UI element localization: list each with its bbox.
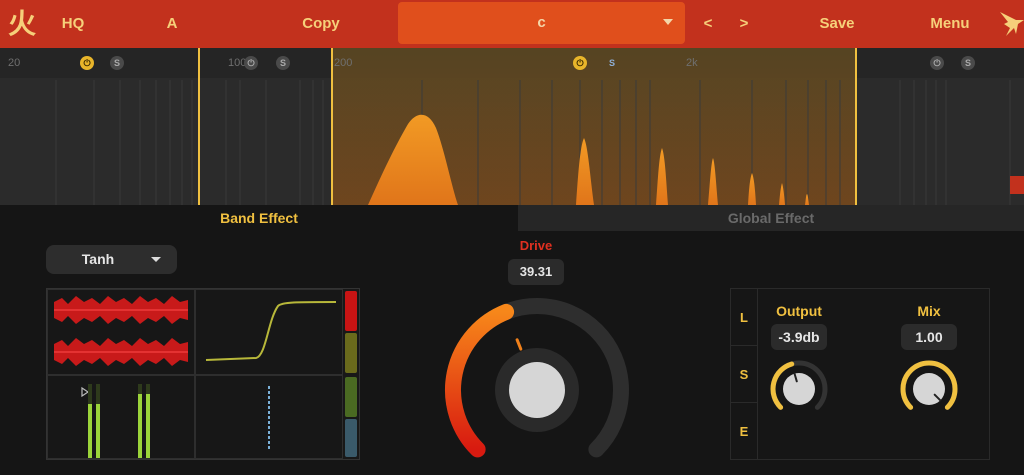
fire-logo-icon[interactable]: 火 [6, 8, 38, 40]
band1-solo-button[interactable]: S [110, 56, 124, 70]
drive-label: Drive [519, 238, 553, 253]
mix-knob[interactable] [897, 357, 961, 421]
lse-stereo-button[interactable]: S [731, 346, 758, 403]
waveform-display [47, 289, 195, 375]
spectrum-graph [0, 48, 1024, 205]
band-color-strip-4[interactable] [345, 419, 357, 457]
brand-phoenix-icon [1000, 12, 1024, 36]
band-color-strip-1[interactable] [345, 291, 357, 331]
freq-label-20: 20 [8, 57, 21, 69]
mix-value[interactable]: 1.00 [901, 324, 957, 350]
mix-label: Mix [917, 303, 941, 319]
next-preset-button[interactable]: > [734, 0, 754, 48]
top-toolbar: 火 HQ A Copy c < > Save Menu [0, 0, 1024, 48]
stereo-scope-display [195, 375, 343, 459]
tab-band-effect[interactable]: Band Effect [0, 205, 518, 231]
band-color-strip-2[interactable] [345, 333, 357, 373]
distortion-type-dropdown[interactable]: Tanh [46, 245, 177, 274]
band1-power-icon[interactable]: ⏻ [80, 56, 94, 70]
spectrum-analyzer[interactable]: 20 100 200 2k 10 ⏻ S ⏻ S ⏻ S ⏻ S [0, 48, 1024, 205]
save-button[interactable]: Save [812, 0, 862, 48]
scopes-panel [46, 288, 360, 460]
output-knob[interactable] [767, 357, 831, 421]
output-mix-panel: L S E Output -3.9db Mix 1.00 [730, 288, 990, 460]
lse-left-button[interactable]: L [731, 289, 758, 346]
band4-power-icon[interactable]: ⏻ [930, 56, 944, 70]
band2-solo-button[interactable]: S [276, 56, 290, 70]
output-knob-cap [783, 373, 815, 405]
preset-name: c [537, 14, 546, 31]
chevron-down-icon [151, 257, 161, 262]
menu-button[interactable]: Menu [924, 0, 976, 48]
distortion-type-value: Tanh [81, 251, 115, 267]
waveform-graph [54, 296, 188, 366]
preset-selector[interactable]: c [398, 2, 685, 44]
drive-value[interactable]: 39.31 [508, 259, 564, 285]
copy-button[interactable]: Copy [296, 0, 346, 48]
ab-compare-button[interactable]: A [160, 0, 184, 48]
freq-label-2k: 2k [686, 57, 698, 69]
level-meters-graph [81, 384, 150, 458]
drive-knob-pointer [515, 338, 523, 351]
output-label: Output [776, 303, 822, 319]
drive-knob-cap [509, 362, 565, 418]
stereo-scope-graph [268, 386, 270, 450]
band2-power-icon[interactable]: ⏻ [244, 56, 258, 70]
hq-toggle-button[interactable]: HQ [56, 0, 90, 48]
band3-solo-button[interactable]: S [605, 56, 619, 70]
drive-knob[interactable] [430, 290, 644, 475]
chevron-down-icon [663, 19, 673, 25]
prev-preset-button[interactable]: < [698, 0, 718, 48]
logo-glyph: 火 [7, 8, 36, 39]
transfer-curve-display [195, 289, 343, 375]
level-meters [47, 375, 195, 459]
tab-global-effect[interactable]: Global Effect [518, 205, 1024, 231]
lse-extra-button[interactable]: E [731, 403, 758, 460]
band4-solo-button[interactable]: S [961, 56, 975, 70]
band3-power-icon[interactable]: ⏻ [573, 56, 587, 70]
output-value[interactable]: -3.9db [771, 324, 827, 350]
transfer-curve-graph [205, 301, 337, 361]
resize-handle-icon[interactable] [1010, 176, 1024, 194]
band-color-strip-3[interactable] [345, 377, 357, 417]
freq-label-200: 200 [334, 57, 353, 69]
